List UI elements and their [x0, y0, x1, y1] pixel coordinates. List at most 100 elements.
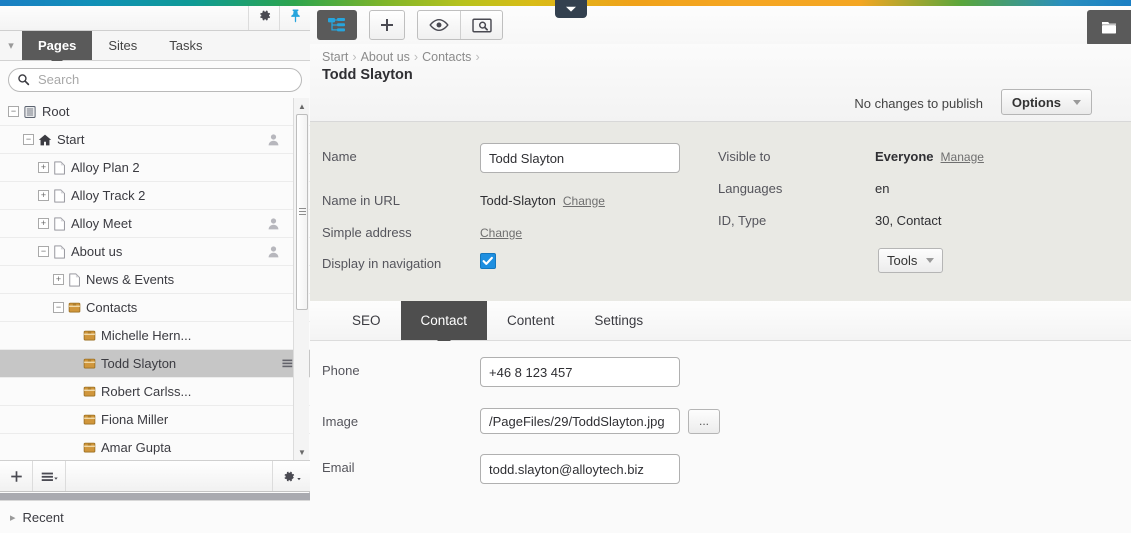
- page-tree: − Root − Start + Alloy Plan 2 + Alloy Track 2 + A…: [0, 98, 310, 460]
- contact-icon: [83, 413, 96, 426]
- check-icon: [482, 256, 493, 265]
- tab-tasks-label: Tasks: [169, 38, 203, 53]
- panel-collapse-handle[interactable]: [555, 0, 587, 18]
- tree-item-label: News & Events: [86, 272, 175, 287]
- tree-expander-placeholder: [68, 442, 79, 453]
- tab-content[interactable]: Content: [487, 301, 574, 340]
- contact-icon: [83, 329, 96, 342]
- toolbar-spacer: [66, 461, 273, 491]
- page-icon: [68, 273, 81, 287]
- chevron-down-icon[interactable]: ▾: [0, 31, 22, 60]
- tree-item-label: Todd Slayton: [101, 356, 177, 371]
- expand-icon[interactable]: +: [38, 218, 49, 229]
- tree-item-root[interactable]: − Root: [0, 98, 310, 126]
- contact-icon: [83, 441, 96, 454]
- simple-address-change-link[interactable]: Change: [480, 226, 522, 240]
- search-input[interactable]: [36, 71, 293, 88]
- preview-button[interactable]: [418, 11, 460, 39]
- tree-item-alloy-track-2[interactable]: + Alloy Track 2: [0, 182, 310, 210]
- name-input[interactable]: [480, 143, 680, 173]
- email-label-row: Email: [322, 460, 355, 475]
- display-in-navigation-checkbox[interactable]: [480, 253, 496, 269]
- tab-contact-label: Contact: [420, 313, 468, 328]
- tree-item-michelle-hern[interactable]: Michelle Hern...: [0, 322, 310, 350]
- tree-item-alloy-meet[interactable]: + Alloy Meet: [0, 210, 310, 238]
- sidebar-tabs: ▾ Pages Sites Tasks: [0, 31, 310, 66]
- collapse-icon[interactable]: −: [23, 134, 34, 145]
- scrollbar-thumb[interactable]: [296, 114, 308, 310]
- tab-tasks[interactable]: Tasks: [153, 31, 218, 60]
- tab-settings[interactable]: Settings: [574, 301, 663, 340]
- breadcrumb-item-start[interactable]: Start: [322, 50, 348, 64]
- recent-section[interactable]: ▸ Recent: [0, 500, 310, 533]
- left-sidebar: ▾ Pages Sites Tasks − Root − Start + Alloy Pl…: [0, 0, 310, 533]
- tree-item-label: Root: [42, 104, 70, 119]
- visible-to-manage-link[interactable]: Manage: [941, 150, 984, 164]
- tree-item-fiona-miller[interactable]: Fiona Miller: [0, 406, 310, 434]
- tree-item-contacts[interactable]: − Contacts: [0, 294, 310, 322]
- sidebar-bottom-toolbar: [0, 460, 310, 492]
- list-menu-button[interactable]: [33, 461, 66, 491]
- add-page-button[interactable]: [0, 461, 33, 491]
- collapse-icon[interactable]: −: [38, 246, 49, 257]
- breadcrumb-item-contacts[interactable]: Contacts: [422, 50, 471, 64]
- prop-visible-to-label-row: Visible to: [718, 149, 771, 164]
- add-button[interactable]: [369, 10, 405, 40]
- tab-contact[interactable]: Contact: [400, 301, 488, 347]
- tab-settings-label: Settings: [594, 313, 644, 328]
- tab-sites[interactable]: Sites: [92, 31, 153, 60]
- tree-item-label: Fiona Miller: [101, 412, 169, 427]
- page-title: Todd Slayton: [322, 67, 413, 83]
- tree-item-label: Alloy Track 2: [71, 188, 146, 203]
- image-browse-button[interactable]: ...: [688, 408, 720, 434]
- main-toolbar: [310, 6, 1131, 46]
- collapse-icon[interactable]: −: [8, 106, 19, 117]
- breadcrumb-separator-icon: ›: [413, 50, 419, 64]
- tree-item-start[interactable]: − Start: [0, 126, 310, 154]
- tree-item-amar-gupta[interactable]: Amar Gupta: [0, 434, 310, 460]
- tools-button[interactable]: Tools: [878, 248, 944, 273]
- languages-value: en: [875, 181, 890, 196]
- tree-item-alloy-plan-2[interactable]: + Alloy Plan 2: [0, 154, 310, 182]
- options-button[interactable]: Options: [1000, 89, 1092, 115]
- tree-item-robert-carlss[interactable]: Robert Carlss...: [0, 378, 310, 406]
- scrollbar-grip: [299, 208, 306, 216]
- prop-simple-address-label-row: Simple address: [322, 225, 412, 240]
- tree-item-todd-slayton[interactable]: Todd Slayton: [0, 350, 310, 378]
- prop-name-in-url-value-row: Todd-Slayton Change: [480, 193, 605, 208]
- expand-icon[interactable]: +: [38, 162, 49, 173]
- expand-icon[interactable]: +: [53, 274, 64, 285]
- sitemap-icon[interactable]: [317, 10, 357, 40]
- tree-scrollbar[interactable]: ▲ ▼: [293, 98, 309, 460]
- eye-icon: [429, 18, 449, 32]
- image-input[interactable]: [480, 408, 680, 434]
- tree-item-label: About us: [71, 244, 123, 259]
- folder-icon[interactable]: [1087, 10, 1131, 46]
- collapse-icon[interactable]: −: [53, 302, 64, 313]
- name-in-url-change-link[interactable]: Change: [563, 194, 605, 208]
- settings-button[interactable]: [273, 461, 310, 491]
- prop-languages-value-row: en: [875, 181, 889, 196]
- search-box[interactable]: [8, 67, 302, 92]
- chevron-right-icon: ▸: [10, 511, 16, 524]
- prop-display-nav-label-row: Display in navigation: [322, 256, 441, 271]
- languages-label: Languages: [718, 181, 783, 196]
- hamburger-menu-icon: [41, 472, 58, 481]
- breadcrumb-item-about-us[interactable]: About us: [361, 50, 410, 64]
- tab-seo[interactable]: SEO: [332, 301, 401, 340]
- tree-item-news-events[interactable]: + News & Events: [0, 266, 310, 294]
- view-mode-button[interactable]: [460, 11, 502, 39]
- main-content: Start › About us › Contacts › Todd Slayton No…: [310, 0, 1131, 533]
- expand-icon[interactable]: +: [38, 190, 49, 201]
- tab-pages[interactable]: Pages: [22, 31, 93, 66]
- prop-languages-label-row: Languages: [718, 181, 782, 196]
- scroll-up-icon[interactable]: ▲: [294, 98, 310, 114]
- image-field-group: ...: [480, 408, 720, 434]
- email-input[interactable]: [480, 454, 680, 484]
- scroll-down-icon[interactable]: ▼: [294, 444, 310, 460]
- scrollbar-track[interactable]: [294, 114, 310, 444]
- user-access-icon: [267, 245, 280, 262]
- tree-item-about-us[interactable]: − About us: [0, 238, 310, 266]
- image-browse-label: ...: [698, 414, 709, 428]
- phone-input[interactable]: [480, 357, 680, 387]
